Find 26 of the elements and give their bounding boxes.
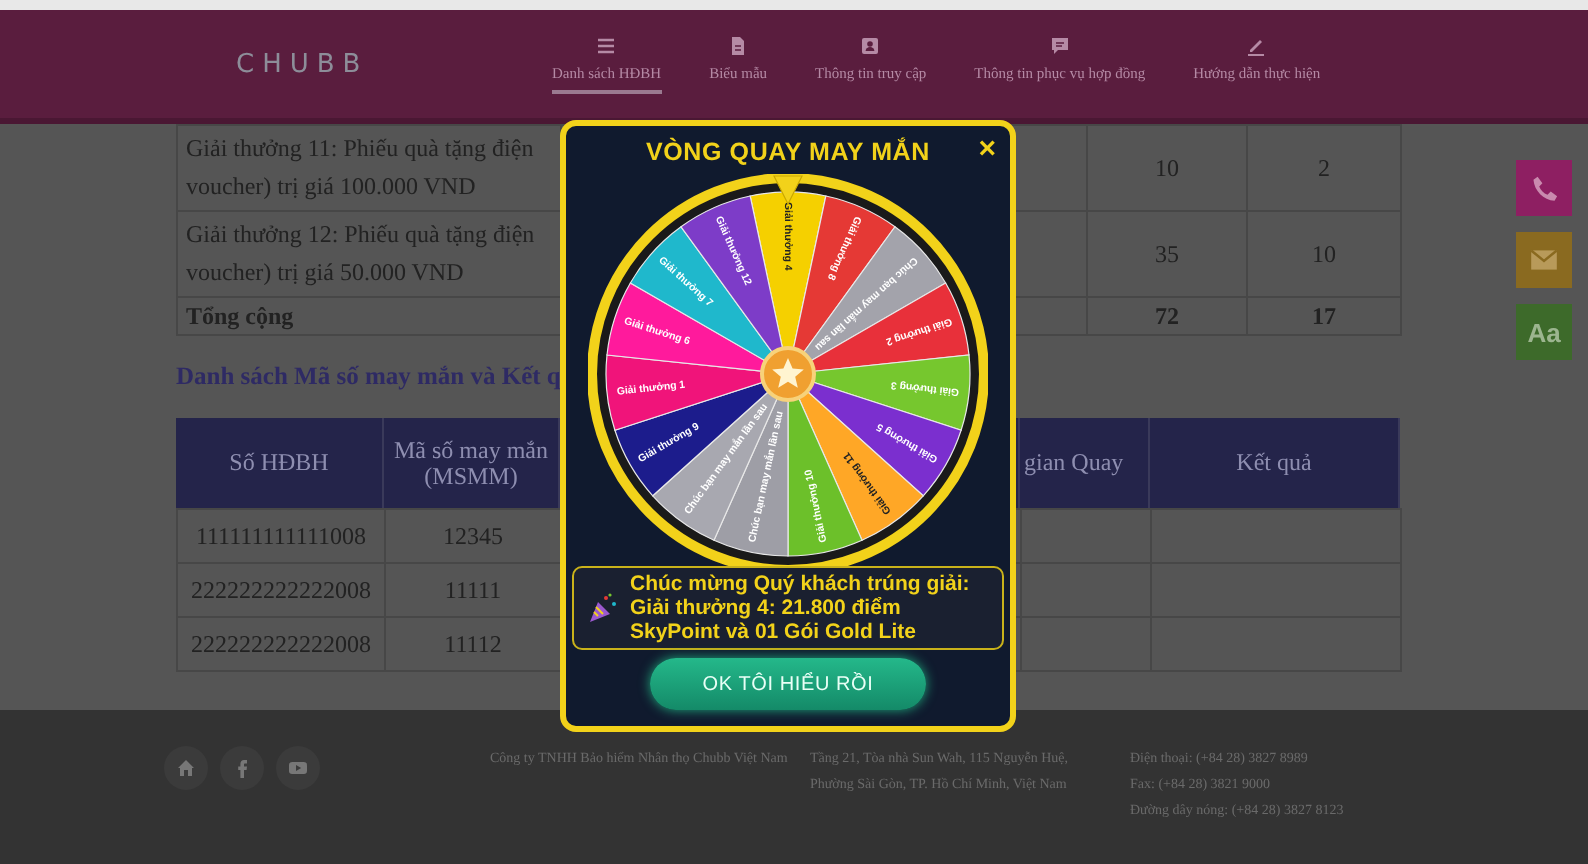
close-button[interactable]: × (978, 132, 996, 166)
document-icon (728, 35, 749, 55)
social-button[interactable] (164, 746, 208, 790)
ok-button[interactable]: OK TÔI HIỂU RỒI (650, 658, 926, 710)
id-card-icon (860, 35, 881, 55)
phone-button[interactable] (1516, 160, 1572, 216)
column-header: Mã số may mắn (MSMM) (384, 418, 560, 508)
column-header: Số HĐBH (176, 418, 384, 508)
home-icon (176, 758, 196, 778)
mail-icon (1528, 244, 1560, 276)
column-header: Kết quả (1150, 418, 1400, 508)
social-button[interactable] (220, 746, 264, 790)
column-header: gian Quay (1020, 418, 1150, 508)
result-message: Chúc mừng Quý khách trúng giải: Giải thưởng 4: 21.800 điểm SkyPoint và 01 Gói Gold Lite (630, 572, 970, 644)
font-size-button[interactable]: Aa (1516, 304, 1572, 360)
phone-icon (1528, 172, 1560, 204)
youtube-icon (288, 758, 308, 778)
pen-icon (1246, 35, 1267, 55)
pointer-icon (773, 175, 803, 206)
list-icon (596, 35, 617, 55)
party-popper-icon (586, 592, 618, 624)
mail-button[interactable] (1516, 232, 1572, 288)
social-button[interactable] (276, 746, 320, 790)
chat-icon (1049, 35, 1070, 55)
facebook-icon (232, 758, 252, 778)
dialog-title: VÒNG QUAY MAY MẮN (646, 138, 930, 166)
